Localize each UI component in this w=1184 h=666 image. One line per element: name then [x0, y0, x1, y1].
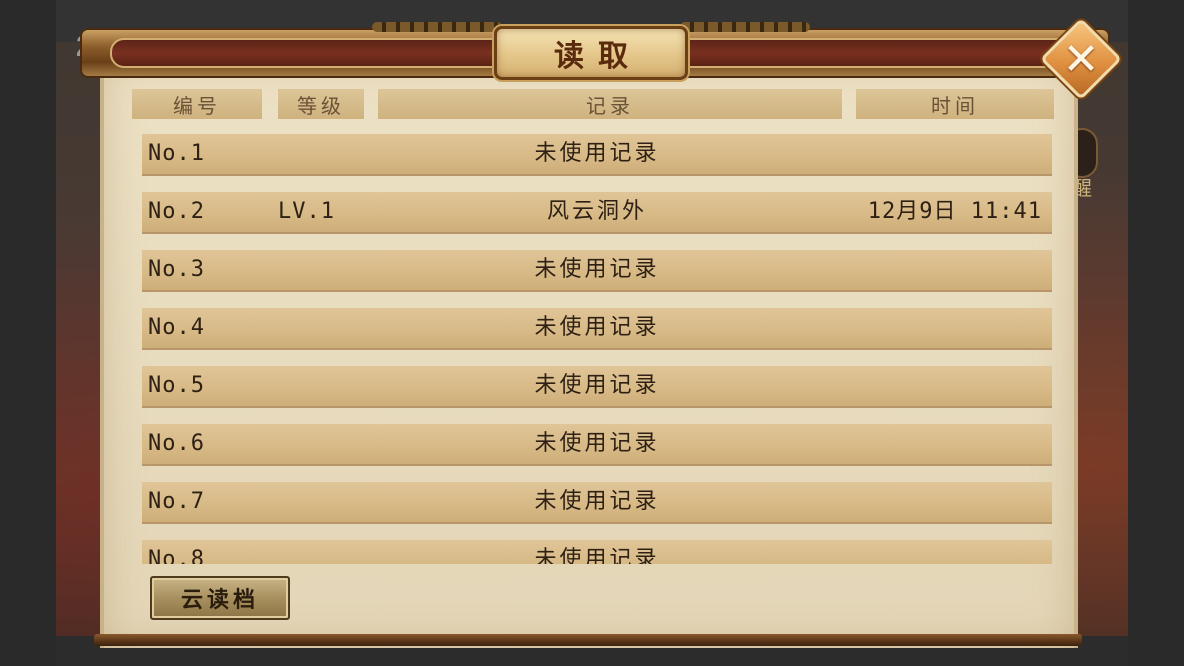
- right-letterbox: [1128, 0, 1184, 666]
- slot-level: LV.1: [278, 199, 335, 224]
- save-slot-row[interactable]: No.4 未使用记录: [142, 308, 1052, 350]
- dialog-bottom-border: [94, 634, 1082, 646]
- slot-number: No.4: [148, 315, 205, 340]
- save-slot-row[interactable]: No.3 未使用记录: [142, 250, 1052, 292]
- left-letterbox: [0, 0, 56, 666]
- slot-record: 未使用记录: [534, 373, 660, 398]
- column-header-time: 时间: [856, 89, 1054, 119]
- slot-record: 未使用记录: [534, 315, 660, 340]
- title-plaque: 读取: [494, 26, 688, 80]
- save-slot-row[interactable]: No.1 未使用记录: [142, 134, 1052, 176]
- save-slot-list[interactable]: No.1 未使用记录 No.2 LV.1 风云洞外 12月9日 11:41 No…: [124, 124, 1062, 564]
- save-slot-row[interactable]: No.2 LV.1 风云洞外 12月9日 11:41: [142, 192, 1052, 234]
- chain-decoration-left: [372, 22, 502, 32]
- slot-number: No.1: [148, 141, 205, 166]
- slot-number: No.7: [148, 489, 205, 514]
- slot-number: No.5: [148, 373, 205, 398]
- save-slot-row[interactable]: No.8 未使用记录: [142, 540, 1052, 564]
- slot-number: No.3: [148, 257, 205, 282]
- slot-number: No.2: [148, 199, 205, 224]
- close-icon[interactable]: ✕: [1052, 30, 1110, 88]
- save-slot-row[interactable]: No.5 未使用记录: [142, 366, 1052, 408]
- slot-number: No.6: [148, 431, 205, 456]
- slot-record: 未使用记录: [534, 257, 660, 282]
- save-slot-row[interactable]: No.6 未使用记录: [142, 424, 1052, 466]
- column-header-number: 编号: [132, 89, 262, 119]
- slot-record: 未使用记录: [534, 431, 660, 456]
- slot-time: 12月9日 11:41: [867, 199, 1042, 224]
- slot-record: 未使用记录: [534, 141, 660, 166]
- save-slot-row[interactable]: No.7 未使用记录: [142, 482, 1052, 524]
- column-header-record: 记录: [378, 89, 842, 119]
- slot-record: 未使用记录: [534, 489, 660, 514]
- column-header-level: 等级: [278, 89, 364, 119]
- chain-decoration-right: [680, 22, 810, 32]
- slot-record: 未使用记录: [534, 547, 660, 564]
- slot-number: No.8: [148, 547, 205, 564]
- dialog-title: 读取: [554, 39, 642, 74]
- cloud-load-button[interactable]: 云读档: [150, 576, 290, 620]
- slot-record: 风云洞外: [546, 199, 647, 224]
